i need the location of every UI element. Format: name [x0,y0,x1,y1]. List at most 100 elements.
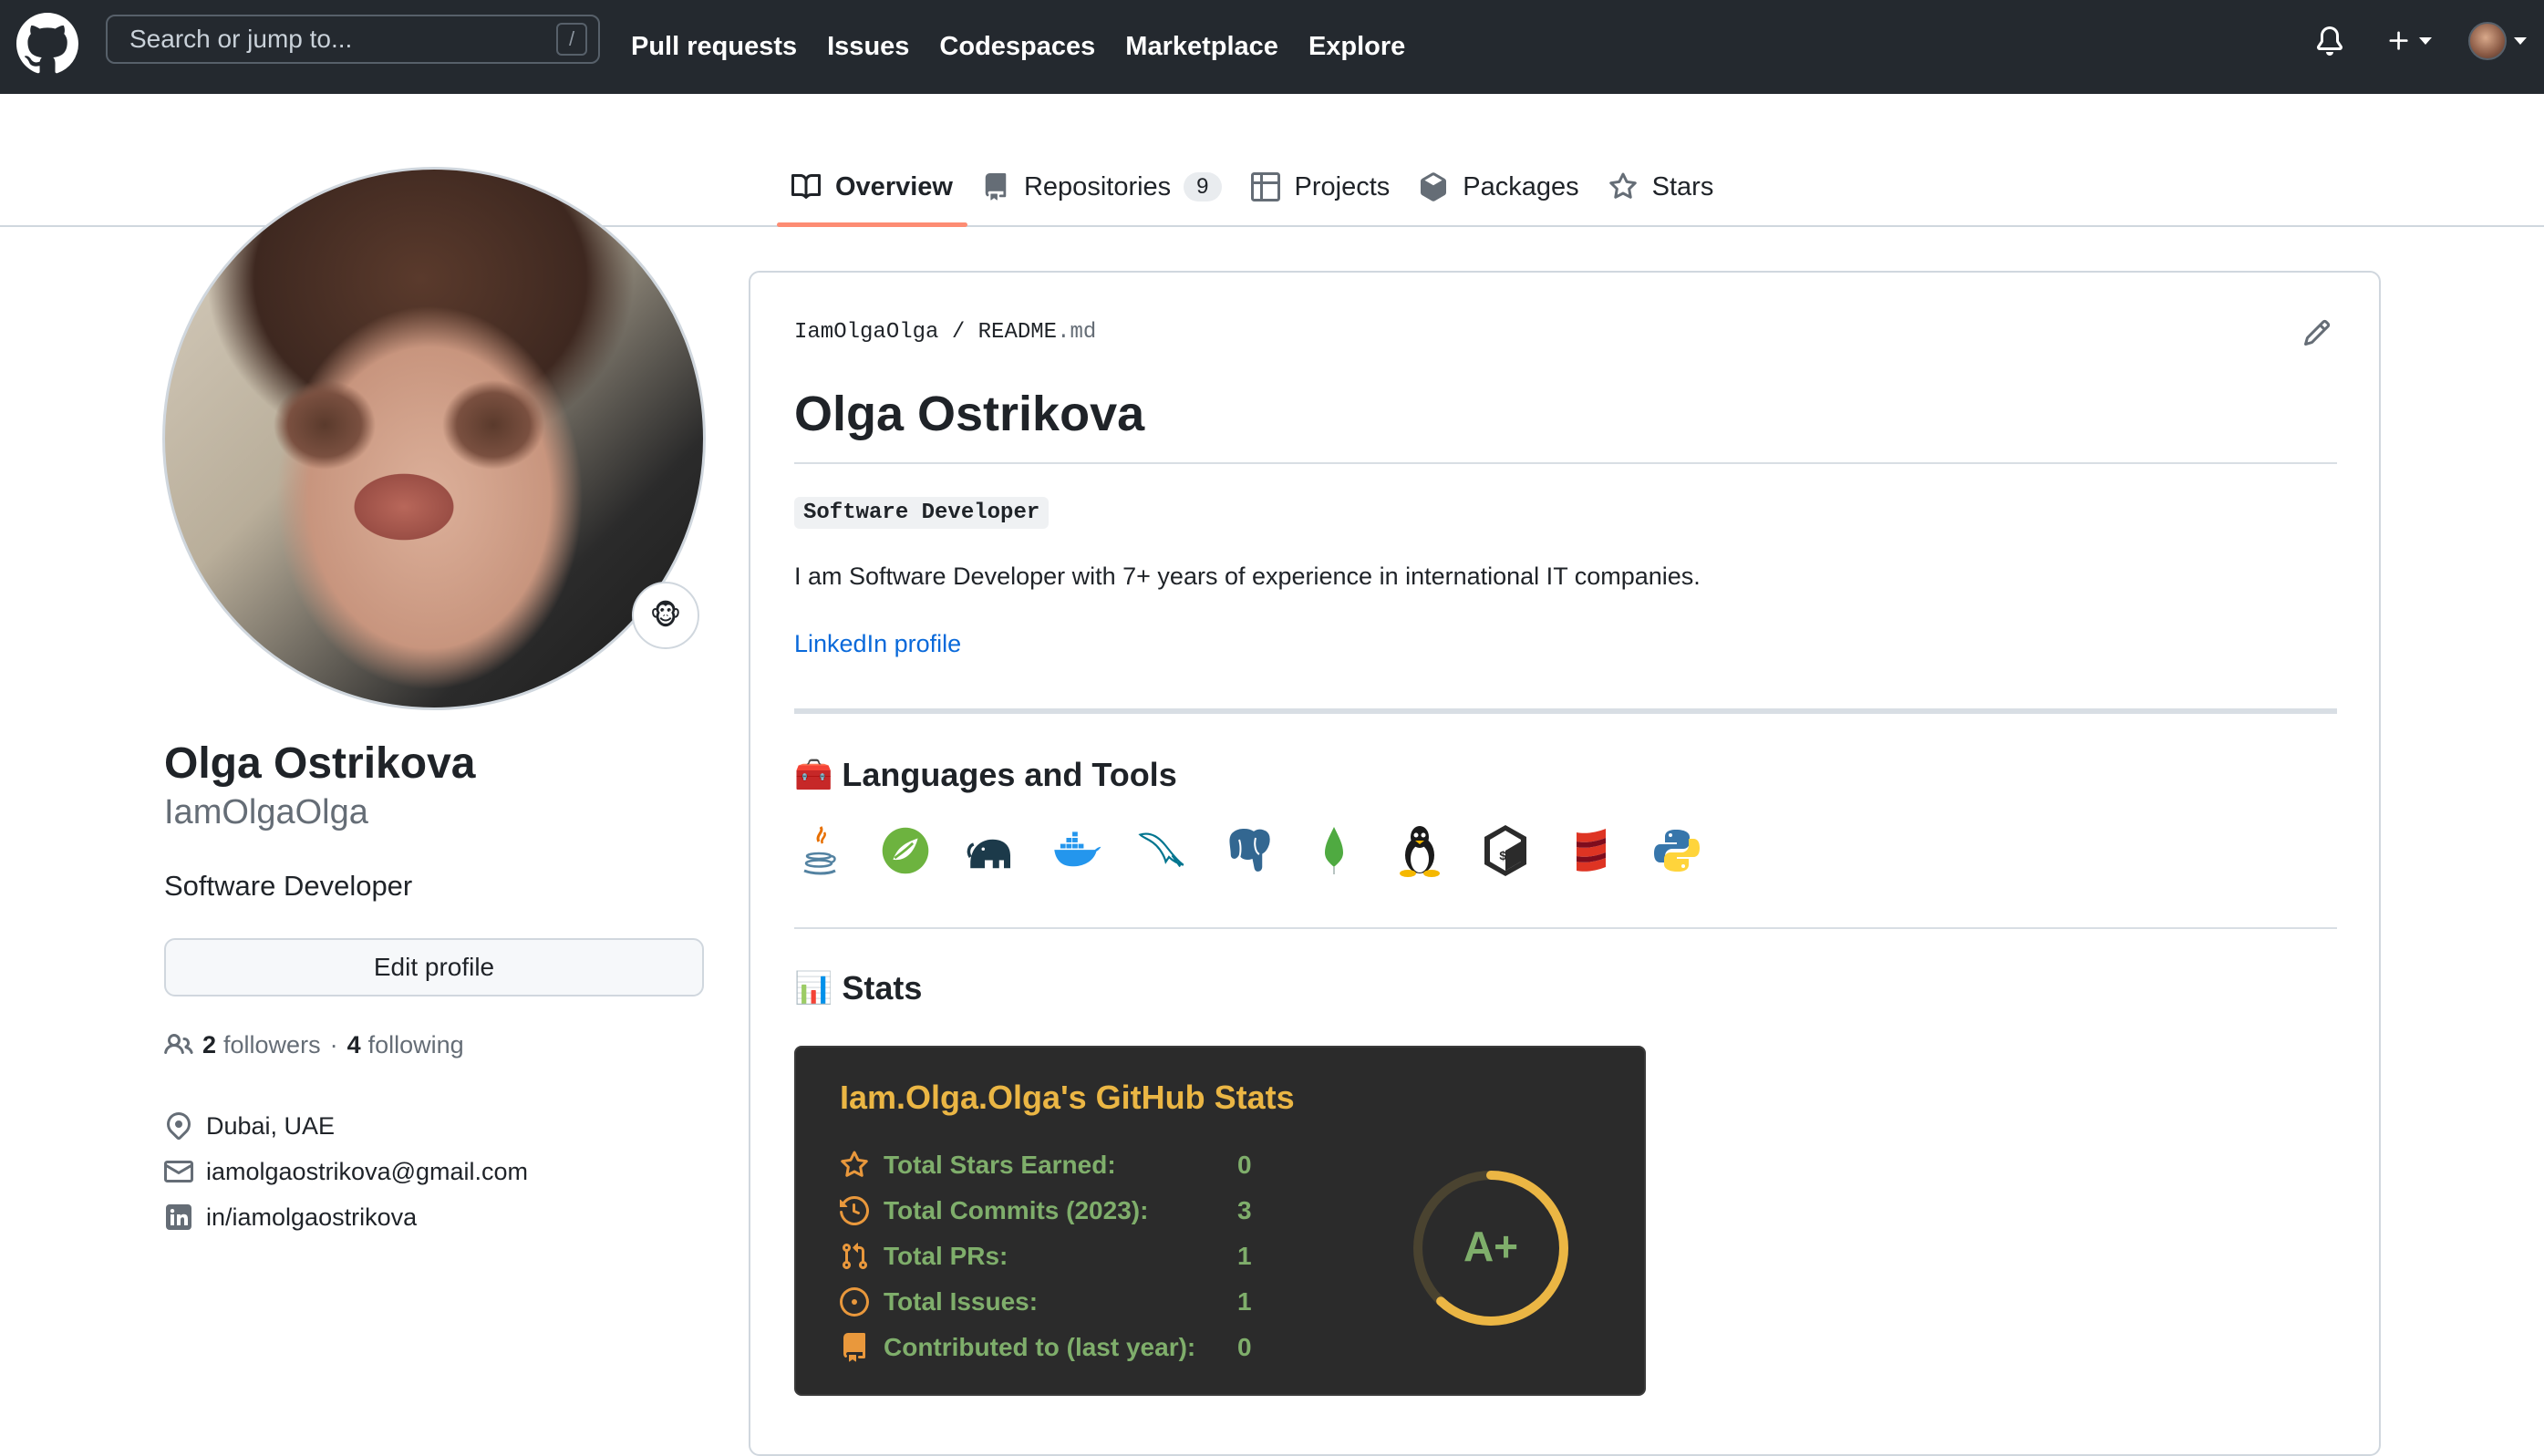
tab-repositories[interactable]: Repositories 9 [967,149,1236,225]
tools-icons-row: $ [794,823,1702,878]
docker-icon[interactable] [1051,823,1102,878]
profile-login: IamOlgaOlga [164,793,368,831]
tab-stars[interactable]: Stars [1594,149,1729,225]
edit-profile-button[interactable]: Edit profile [164,938,704,996]
profile-avatar[interactable] [162,167,706,710]
people-icon [164,1033,193,1055]
spring-icon[interactable] [880,823,931,878]
stat-row-prs: Total PRs: 1 [840,1234,1252,1279]
scala-icon[interactable] [1566,823,1617,878]
bar-chart-icon: 📊 [794,971,833,1006]
pull-request-icon [842,1243,868,1270]
header-actions [2309,20,2528,62]
nav-codespaces[interactable]: Codespaces [939,32,1095,62]
email-link[interactable]: iamolgaostrikova@gmail.com [206,1158,528,1186]
tools-heading-text: Languages and Tools [842,756,1177,793]
top-header: / Pull requests Issues Codespaces Market… [0,0,2544,94]
status-emoji-button[interactable]: 🐵 [632,582,699,649]
global-nav: Pull requests Issues Codespaces Marketpl… [631,0,1405,94]
nav-marketplace[interactable]: Marketplace [1125,32,1278,62]
location-pin-icon [167,1111,191,1141]
followers-label: followers [223,1030,321,1058]
linkedin-icon [166,1204,191,1230]
github-logo-icon[interactable] [16,13,78,75]
readme-description: I am Software Developer with 7+ years of… [794,563,1701,590]
divider [794,708,2337,714]
avatar [2468,22,2507,60]
readme-file-ext: .md [1057,320,1097,345]
mysql-icon[interactable] [1137,823,1188,878]
linkedin-link[interactable]: in/iamolgaostrikova [206,1203,417,1232]
stat-value: 1 [1237,1242,1252,1270]
divider [794,927,2337,929]
nav-issues[interactable]: Issues [827,32,909,62]
readme-breadcrumb: IamOlgaOlga / README.md [794,320,1096,345]
create-new-dropdown[interactable] [2382,20,2436,62]
repo-icon [843,1333,865,1362]
tab-repositories-label: Repositories [1023,171,1172,201]
hadoop-icon[interactable] [966,823,1017,878]
star-icon [1608,172,1637,199]
bash-icon[interactable]: $ [1480,823,1531,878]
search-shortcut-key: / [556,23,587,56]
stat-label: Total Stars Earned: [884,1151,1116,1179]
tab-projects[interactable]: Projects [1236,149,1405,225]
nav-pull-requests[interactable]: Pull requests [631,32,797,62]
chevron-down-icon [2514,37,2527,45]
python-icon[interactable] [1651,823,1702,878]
repo-icon [985,173,1007,201]
stat-label: Total Commits (2023): [884,1196,1149,1224]
rank-circle: A+ [1413,1171,1568,1326]
following-link[interactable]: 4 following [347,1031,464,1059]
stat-label: Total Issues: [884,1287,1039,1316]
mail-icon [164,1161,193,1182]
stats-heading-text: Stats [842,969,923,1007]
github-stats-card[interactable]: Iam.Olga.Olga's GitHub Stats Total Stars… [794,1046,1646,1396]
notifications-bell-icon[interactable] [2309,20,2351,62]
package-icon [1421,172,1447,201]
mongodb-icon[interactable] [1308,823,1360,878]
divider [794,462,2337,464]
plus-icon [2389,31,2408,50]
search-box[interactable]: / [106,15,600,64]
location-item: Dubai, UAE [164,1103,528,1149]
stat-row-contributed: Contributed to (last year): 0 [840,1325,1252,1370]
history-icon [840,1196,869,1225]
tab-overview[interactable]: Overview [777,149,967,227]
follow-stats: 2 followers · 4 following [164,1030,464,1059]
toolbox-icon: 🧰 [794,758,833,792]
postgresql-icon[interactable] [1223,823,1274,878]
tab-stars-label: Stars [1651,171,1714,201]
linux-icon[interactable] [1394,823,1445,878]
stats-heading: 📊 Stats [794,969,922,1007]
followers-link[interactable]: 2 followers [202,1031,321,1059]
table-icon [1250,172,1280,201]
stat-label: Total PRs: [884,1242,1008,1270]
stat-row-stars: Total Stars Earned: 0 [840,1142,1252,1188]
follow-separator: · [329,1030,338,1058]
java-icon[interactable] [794,823,845,878]
location-text: Dubai, UAE [206,1111,336,1140]
tab-packages-label: Packages [1463,171,1579,201]
star-icon [841,1151,868,1177]
readme-owner-link[interactable]: IamOlgaOlga [794,320,938,345]
pencil-icon[interactable] [2302,318,2332,347]
nav-explore[interactable]: Explore [1308,32,1405,62]
stats-list: Total Stars Earned: 0 Total Commits (202… [840,1142,1252,1370]
stat-row-commits: Total Commits (2023): 3 [840,1188,1252,1234]
user-menu-dropdown[interactable] [2467,20,2528,62]
search-input[interactable] [108,24,556,55]
profile-bio: Software Developer [164,870,413,902]
stat-label: Contributed to (last year): [884,1333,1196,1361]
readme-title: Olga Ostrikova [794,387,1145,441]
book-icon [791,173,821,199]
following-count: 4 [346,1030,361,1058]
readme-box: IamOlgaOlga / README.md Olga Ostrikova S… [749,271,2381,1456]
rank-grade: A+ [1463,1223,1518,1270]
chevron-down-icon [2419,37,2432,45]
linkedin-profile-link[interactable]: LinkedIn profile [794,630,961,658]
followers-count: 2 [202,1030,217,1058]
tab-packages[interactable]: Packages [1404,149,1593,225]
linkedin-item: in/iamolgaostrikova [164,1194,528,1240]
repositories-count-badge: 9 [1184,172,1222,201]
